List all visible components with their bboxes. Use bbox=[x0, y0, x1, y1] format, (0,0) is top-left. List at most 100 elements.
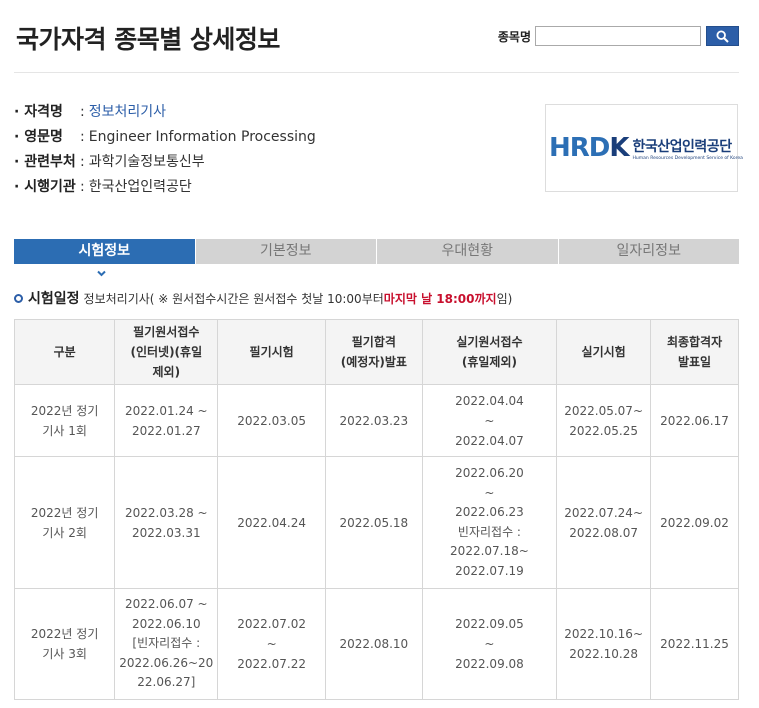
info-sep: : bbox=[80, 179, 85, 195]
table-cell: 2022.07.24~ 2022.08.07 bbox=[556, 456, 652, 589]
tab-jobs[interactable]: 일자리정보 bbox=[558, 239, 739, 264]
cell-text: 2022.11.25 bbox=[660, 637, 729, 651]
search-icon bbox=[716, 29, 729, 43]
table-cell: 2022.07.02 ~ 2022.07.22 bbox=[217, 588, 326, 700]
col-header: 실기원서접수 (휴일제외) bbox=[421, 319, 558, 385]
info-key: 영문명 bbox=[14, 125, 80, 150]
table-cell: 2022년 정기 기사 1회 bbox=[13, 384, 116, 457]
table-cell: 2022.10.16~ 2022.10.28 bbox=[556, 588, 652, 700]
cell-text: 2022년 정기 기사 2회 bbox=[30, 505, 99, 540]
cell-text: 2022.04.04 ~ 2022.04.07 bbox=[455, 393, 524, 448]
qualification-info: 자격명 : 정보처리기사 영문명 : Engineer Information … bbox=[14, 100, 316, 200]
hrdk-logo: HRDK 한국산업인력공단 Human Resources Developmen… bbox=[545, 104, 743, 192]
cell-text: 2022.05.18 bbox=[339, 515, 409, 530]
search-bar: 종목명 bbox=[498, 26, 739, 46]
col-header-text: 구분 bbox=[53, 345, 76, 359]
cell-text: 2022.01.24 ~ 2022.01.27 bbox=[125, 403, 208, 438]
cell-text: 2022.09.02 bbox=[660, 515, 729, 530]
exam-schedule-table: 구분 필기원서접수 (인터넷)(휴일 제외) 필기시험 필기합격 (예정자)발표… bbox=[13, 319, 739, 700]
divider bbox=[14, 72, 739, 73]
col-header-text: 필기시험 bbox=[249, 345, 294, 359]
info-value: 한국산업인력공단 bbox=[88, 179, 192, 195]
col-header-text: 실기시험 bbox=[581, 345, 626, 359]
section-note-suffix: 임) bbox=[496, 291, 513, 306]
cell-text: 2022.06.07 ~ 2022.06.10 [빈자리접수 : 2022.06… bbox=[119, 597, 214, 690]
info-key: 시행기관 bbox=[14, 175, 80, 200]
table-cell: 2022.06.17 bbox=[650, 384, 739, 457]
cell-text: 2022.03.28 ~ 2022.03.31 bbox=[125, 505, 208, 540]
col-header: 필기시험 bbox=[217, 319, 326, 385]
page-title: 국가자격 종목별 상세정보 bbox=[16, 25, 280, 54]
info-row-ministry: 관련부처 : 과학기술정보통신부 bbox=[14, 150, 316, 175]
cell-text: 2022.07.02 ~ 2022.07.22 bbox=[237, 617, 306, 671]
col-header-text: 필기원서접수 (인터넷)(휴일 제외) bbox=[130, 325, 203, 379]
logo-name-en: Human Resources Development Service of K… bbox=[632, 155, 743, 161]
table-cell: 2022.04.24 bbox=[217, 456, 326, 589]
tab-basic-info[interactable]: 기본정보 bbox=[195, 239, 377, 264]
col-header: 실기시험 bbox=[556, 319, 652, 385]
logo-name-ko: 한국산업인력공단 bbox=[632, 138, 733, 155]
info-row-name: 자격명 : 정보처리기사 bbox=[14, 100, 316, 125]
info-sep: : bbox=[80, 154, 85, 170]
col-header: 최종합격자 발표일 bbox=[650, 319, 739, 385]
info-key: 자격명 bbox=[14, 100, 80, 125]
cell-text: 2022.04.24 bbox=[237, 515, 306, 530]
col-header-text: 실기원서접수 (휴일제외) bbox=[456, 335, 523, 369]
table-cell: 2022.09.05 ~ 2022.09.08 bbox=[421, 588, 558, 700]
table-cell: 2022.05.18 bbox=[324, 456, 423, 589]
logo-text: 한국산업인력공단 Human Resources Development Ser… bbox=[633, 136, 743, 161]
cell-text: 2022년 정기 기사 3회 bbox=[30, 627, 99, 661]
info-value: Engineer Information Processing bbox=[88, 129, 316, 145]
table-cell: 2022.11.25 bbox=[650, 588, 739, 700]
info-row-english: 영문명 : Engineer Information Processing bbox=[14, 125, 316, 150]
info-value: 과학기술정보통신부 bbox=[88, 154, 205, 170]
info-sep: : bbox=[80, 104, 85, 120]
deadline-emphasis: 마지막 날 18:00까지 bbox=[383, 291, 497, 306]
section-subject: 정보처리기사 bbox=[83, 291, 150, 306]
cell-text: 2022.06.20 ~ 2022.06.23 빈자리접수 : 2022.07.… bbox=[450, 466, 529, 578]
col-header: 구분 bbox=[13, 319, 116, 385]
section-heading: 시험일정 bbox=[28, 291, 80, 307]
table-cell: 2022.03.05 bbox=[217, 384, 326, 457]
search-input[interactable] bbox=[535, 26, 701, 46]
table-cell: 2022.05.07~ 2022.05.25 bbox=[556, 384, 652, 457]
table-cell: 2022.03.23 bbox=[324, 384, 423, 457]
col-header-text: 필기합격 (예정자)발표 bbox=[340, 335, 407, 369]
logo-mark-right: K bbox=[609, 133, 629, 163]
col-header-text: 최종합격자 발표일 bbox=[666, 335, 723, 369]
table-cell: 2022.06.20 ~ 2022.06.23 빈자리접수 : 2022.07.… bbox=[421, 456, 558, 589]
tab-exam-info[interactable]: 시험정보 bbox=[14, 239, 196, 264]
table-row: 2022년 정기 기사 3회 2022.06.07 ~ 2022.06.10 [… bbox=[13, 588, 739, 700]
tab-preference[interactable]: 우대현황 bbox=[377, 239, 559, 264]
logo-mark: HRDK bbox=[549, 133, 630, 163]
table-cell: 2022.04.04 ~ 2022.04.07 bbox=[421, 384, 558, 457]
table-row: 2022년 정기 기사 1회 2022.01.24 ~ 2022.01.27 2… bbox=[13, 384, 739, 457]
cell-text: 2022.10.16~ 2022.10.28 bbox=[564, 627, 643, 661]
table-header-row: 구분 필기원서접수 (인터넷)(휴일 제외) 필기시험 필기합격 (예정자)발표… bbox=[13, 319, 739, 385]
section-note-prefix: ( ※ 원서접수시간은 원서접수 첫날 10:00부터 bbox=[149, 291, 384, 306]
cell-text: 2022.09.05 ~ 2022.09.08 bbox=[455, 617, 524, 671]
table-cell: 2022년 정기 기사 2회 bbox=[13, 456, 116, 589]
logo-mark-left: HRD bbox=[549, 133, 610, 163]
table-cell: 2022년 정기 기사 3회 bbox=[13, 588, 116, 700]
cell-text: 2022년 정기 기사 1회 bbox=[30, 403, 99, 438]
cell-text: 2022.06.17 bbox=[660, 413, 729, 428]
search-label: 종목명 bbox=[497, 29, 531, 44]
cell-text: 2022.07.24~ 2022.08.07 bbox=[564, 505, 643, 540]
cell-text: 2022.05.07~ 2022.05.25 bbox=[564, 403, 643, 438]
cell-text: 2022.03.05 bbox=[237, 413, 306, 428]
table-row: 2022년 정기 기사 2회 2022.03.28 ~ 2022.03.31 2… bbox=[13, 456, 739, 589]
col-header: 필기합격 (예정자)발표 bbox=[324, 319, 423, 385]
info-sep: : bbox=[80, 129, 85, 145]
chevron-down-icon bbox=[97, 270, 106, 277]
bullet-icon bbox=[14, 293, 23, 303]
table-cell: 2022.08.10 bbox=[324, 588, 423, 700]
table-cell: 2022.03.28 ~ 2022.03.31 bbox=[114, 456, 219, 589]
info-key: 관련부처 bbox=[14, 150, 80, 175]
col-header: 필기원서접수 (인터넷)(휴일 제외) bbox=[114, 319, 219, 385]
cell-text: 2022.08.10 bbox=[339, 637, 409, 651]
search-button[interactable] bbox=[706, 26, 739, 46]
table-cell: 2022.01.24 ~ 2022.01.27 bbox=[114, 384, 219, 457]
cell-text: 2022.03.23 bbox=[339, 413, 409, 428]
qualification-name-link[interactable]: 정보처리기사 bbox=[89, 100, 166, 125]
